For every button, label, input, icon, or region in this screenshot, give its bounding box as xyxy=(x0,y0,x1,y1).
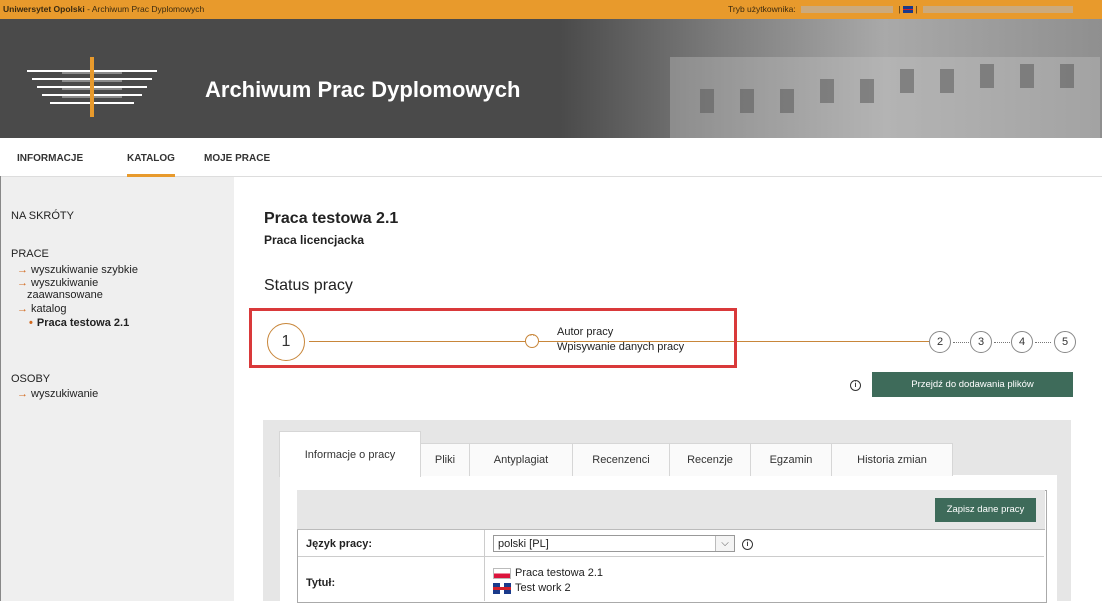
arrow-icon: → xyxy=(17,388,28,400)
tab-pliki[interactable]: Pliki xyxy=(420,443,470,476)
nav-moje-prace[interactable]: MOJE PRACE xyxy=(204,153,270,164)
top-bar: Uniwersytet Opolski - Archiwum Prac Dypl… xyxy=(0,0,1102,19)
user-mode-label: Tryb użytkownika: xyxy=(728,4,796,14)
user-mode-value[interactable] xyxy=(801,6,894,14)
tab-antyplagiat[interactable]: Antyplagiat xyxy=(469,443,573,476)
english-flag-icon[interactable] xyxy=(903,6,914,14)
sidebar-item-people-search[interactable]: → wyszukiwanie xyxy=(17,388,98,400)
nav-katalog[interactable]: KATALOG xyxy=(127,153,175,177)
step-5[interactable]: 5 xyxy=(1054,331,1076,353)
step-3[interactable]: 3 xyxy=(970,331,992,353)
sidebar-item-current-work[interactable]: • Praca testowa 2.1 xyxy=(29,317,129,329)
main-nav: INFORMACJE KATALOG MOJE PRACE xyxy=(0,138,1102,177)
tab-informacje[interactable]: Informacje o pracy xyxy=(279,431,421,477)
site-path: Uniwersytet Opolski - Archiwum Prac Dypl… xyxy=(3,4,205,14)
arrow-icon: → xyxy=(17,277,28,289)
status-heading: Status pracy xyxy=(264,277,353,294)
info-icon[interactable]: i xyxy=(742,539,753,550)
sidebar-item-quick-search[interactable]: → wyszukiwanie szybkie xyxy=(17,264,138,276)
arrow-icon: → xyxy=(17,264,28,276)
sidebar-section-osoby: OSOBY xyxy=(11,373,51,385)
arrow-icon: → xyxy=(17,303,28,315)
language-label: Język pracy: xyxy=(306,538,373,550)
user-name[interactable] xyxy=(923,6,1074,14)
step-2[interactable]: 2 xyxy=(929,331,951,353)
sidebar-item-catalog[interactable]: → katalog xyxy=(17,303,66,315)
highlight-box xyxy=(249,308,737,368)
title-pl[interactable]: Praca testowa 2.1 xyxy=(493,567,603,579)
form-header xyxy=(297,490,1045,530)
user-mode: Tryb użytkownika: | | xyxy=(728,4,1076,14)
sidebar-shortcuts[interactable]: NA SKRÓTY xyxy=(11,210,74,222)
language-select[interactable]: polski [PL] ⌵ xyxy=(493,535,735,552)
sidebar-section-prace: PRACE xyxy=(11,248,49,260)
step-connector xyxy=(1035,342,1051,343)
step-connector xyxy=(953,342,969,343)
bullet-icon: • xyxy=(29,317,33,329)
page-subtitle: Praca licencjacka xyxy=(264,233,365,247)
university-name: Uniwersytet Opolski xyxy=(3,4,85,14)
poland-flag-icon xyxy=(493,567,511,579)
app-name: Archiwum Prac Dyplomowych xyxy=(91,4,205,14)
header-banner: Archiwum Prac Dyplomowych xyxy=(0,19,1102,138)
tab-recenzje[interactable]: Recenzje xyxy=(669,443,751,476)
title-label: Tytuł: xyxy=(306,577,336,589)
step-connector xyxy=(994,342,1010,343)
chevron-down-icon: ⌵ xyxy=(715,536,734,551)
add-files-button[interactable]: Przejdź do dodawania plików xyxy=(872,372,1073,397)
form-row-title: Tytuł: xyxy=(298,557,1044,601)
building-photo xyxy=(560,19,1102,138)
tab-historia[interactable]: Historia zmian xyxy=(831,443,953,476)
title-en[interactable]: Test work 2 xyxy=(493,582,571,594)
sidebar-item-advanced-search[interactable]: → wyszukiwanie zaawansowane xyxy=(17,277,103,301)
university-logo-icon[interactable] xyxy=(22,51,162,121)
sidebar: NA SKRÓTY PRACE → wyszukiwanie szybkie → w… xyxy=(1,177,234,601)
tab-egzamin[interactable]: Egzamin xyxy=(750,443,832,476)
nav-informacje[interactable]: INFORMACJE xyxy=(17,153,83,164)
app-title: Archiwum Prac Dyplomowych xyxy=(205,77,521,102)
uk-flag-icon xyxy=(493,582,511,594)
save-button[interactable]: Zapisz dane pracy xyxy=(935,498,1036,522)
page-title: Praca testowa 2.1 xyxy=(264,210,399,227)
info-icon[interactable]: i xyxy=(850,380,861,391)
step-4[interactable]: 4 xyxy=(1011,331,1033,353)
tab-recenzenci[interactable]: Recenzenci xyxy=(572,443,670,476)
